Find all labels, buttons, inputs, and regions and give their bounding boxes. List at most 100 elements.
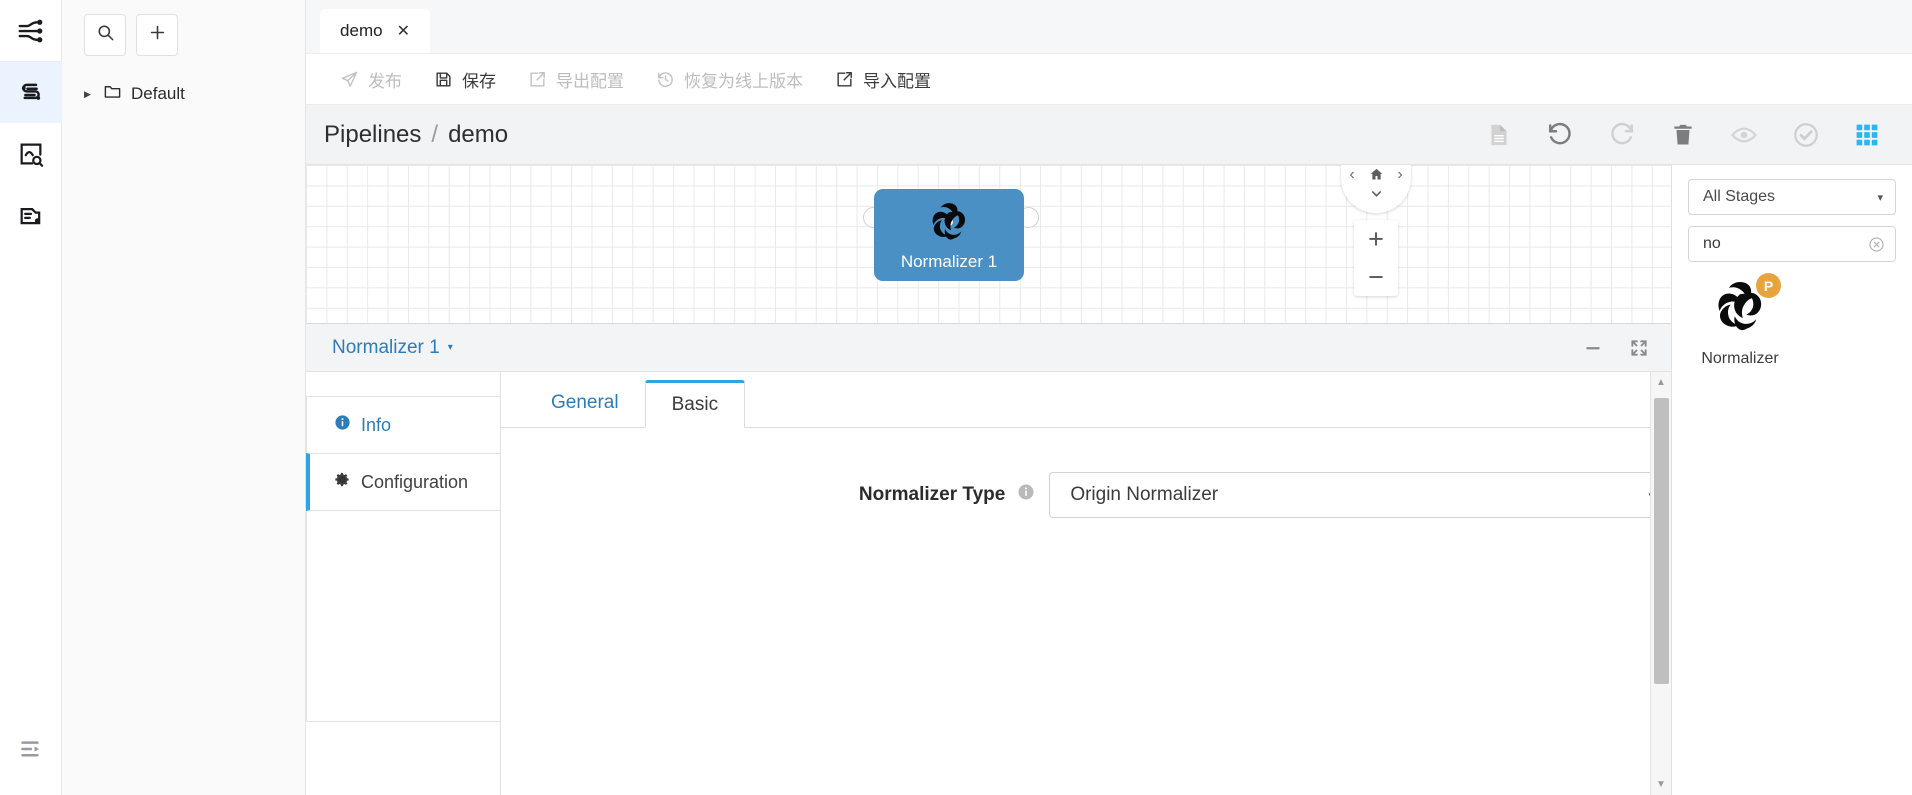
panel-scrollbar[interactable]: ▲ ▼ [1650, 372, 1671, 795]
info-circle-icon[interactable] [1017, 483, 1035, 507]
trash-icon[interactable] [1670, 122, 1696, 148]
publish-label: 发布 [368, 71, 402, 91]
restore-online-version-label: 恢复为线上版本 [684, 71, 803, 91]
canvas-toolbar [1486, 121, 1894, 149]
tree-item-default[interactable]: ▶ Default [62, 74, 305, 114]
save-label: 保存 [462, 71, 496, 91]
home-icon[interactable] [1367, 165, 1386, 184]
chevron-down-icon: ▾ [1877, 191, 1883, 204]
toolbox-icon [17, 201, 45, 229]
clear-circle-icon[interactable] [1868, 236, 1885, 253]
vertical-tabs-filler [306, 510, 500, 722]
canvas-navpad: ‹ › [1341, 165, 1411, 213]
plus-icon [148, 23, 167, 47]
flow-branch-icon [16, 16, 46, 46]
tab-general[interactable]: General [525, 379, 645, 427]
scroll-up-icon[interactable]: ▲ [1651, 372, 1672, 393]
check-circle-icon[interactable] [1792, 121, 1820, 149]
panel-header-actions [1583, 338, 1649, 358]
rail-item-pipeline[interactable] [0, 62, 62, 123]
document-tab-label: demo [340, 21, 383, 40]
zoom-out-button[interactable]: − [1354, 258, 1398, 296]
import-config-button[interactable]: 导入配置 [825, 54, 953, 105]
breadcrumb-current: demo [448, 120, 509, 148]
rail-item-toolbox[interactable] [0, 184, 62, 245]
normalizer-type-value: Origin Normalizer [1070, 484, 1219, 505]
palette-items: P Normalizer [1688, 262, 1896, 368]
tab-configuration-label: Configuration [361, 471, 469, 492]
app-root: ▶ Default demo ✕ 发布 保存 导出配置 恢复为线上版本 导入配置… [0, 0, 1912, 795]
collapse-sidebar-icon [18, 736, 44, 767]
redo-icon[interactable] [1608, 121, 1636, 149]
tab-basic[interactable]: Basic [644, 380, 746, 428]
search-button[interactable] [84, 14, 126, 56]
panel-content: General Basic Normalizer Type Origin Nor… [500, 372, 1671, 795]
document-icon[interactable] [1486, 122, 1512, 148]
save-button[interactable]: 保存 [424, 54, 518, 105]
stage-filter-select[interactable]: All Stages ▾ [1688, 179, 1896, 215]
stage-filter-value: All Stages [1703, 188, 1776, 205]
restore-icon [656, 70, 675, 89]
tree-item-label: Default [131, 84, 185, 103]
pan-right-button[interactable]: › [1391, 165, 1410, 184]
publish-button[interactable]: 发布 [330, 54, 424, 105]
tab-configuration[interactable]: Configuration [306, 453, 500, 511]
close-icon[interactable]: ✕ [397, 21, 410, 41]
palette-item-label: Normalizer [1701, 350, 1779, 367]
project-tree-sidebar: ▶ Default [62, 0, 306, 795]
import-config-label: 导入配置 [863, 71, 931, 91]
breadcrumb-separator: / [431, 120, 439, 148]
grid-apps-icon[interactable] [1854, 122, 1880, 148]
navpad-row-top: ‹ › [1343, 165, 1410, 184]
undo-icon[interactable] [1546, 121, 1574, 149]
tab-general-label: General [551, 392, 619, 413]
scroll-down-icon[interactable]: ▼ [1651, 774, 1672, 795]
normalizer-type-label-group: Normalizer Type [501, 483, 1049, 507]
expand-icon[interactable] [1629, 338, 1649, 358]
export-config-button[interactable]: 导出配置 [518, 54, 646, 105]
eye-icon[interactable] [1730, 121, 1758, 149]
stage-palette: All Stages ▾ no P Normalizer [1671, 165, 1912, 795]
minimize-icon[interactable] [1583, 338, 1603, 358]
document-tabstrip: demo ✕ [306, 0, 1912, 54]
export-icon [528, 70, 547, 89]
canvas-and-panel-column: Normalizer 1 ‹ › + − Normalizer 1 ▾ Info… [306, 165, 1671, 795]
restore-online-version-button[interactable]: 恢复为线上版本 [646, 54, 825, 105]
palette-item-icon-wrap: P [1709, 273, 1781, 340]
folder-icon [103, 82, 122, 106]
status-badge: P [1756, 273, 1781, 298]
node-detail-panel: Normalizer 1 ▾ Info Configuration Genera… [306, 324, 1671, 795]
panel-title-dropdown[interactable]: Normalizer 1 ▾ [332, 337, 453, 359]
panel-title-label: Normalizer 1 [332, 336, 440, 358]
normalizer-swirl-icon [927, 200, 971, 249]
panel-header: Normalizer 1 ▾ [306, 324, 1671, 372]
action-toolbar: 发布 保存 导出配置 恢复为线上版本 导入配置 [306, 54, 1912, 105]
search-icon [96, 23, 115, 47]
panel-vertical-tabs: Info Configuration [306, 372, 500, 795]
rail-collapse-button[interactable] [0, 736, 62, 767]
pan-down-button[interactable] [1367, 184, 1386, 203]
tab-info-label: Info [361, 414, 392, 435]
breadcrumb-root[interactable]: Pipelines [324, 121, 421, 149]
add-pipeline-button[interactable] [136, 14, 178, 56]
palette-search-input[interactable]: no [1688, 226, 1896, 262]
rail-item-monitoring[interactable] [0, 123, 62, 184]
configuration-form: Normalizer Type Origin Normalizer [501, 428, 1671, 795]
palette-item-normalizer[interactable]: P Normalizer [1688, 273, 1792, 368]
canvas-node-normalizer-1[interactable]: Normalizer 1 [874, 189, 1024, 281]
chevron-right-icon[interactable]: ▶ [84, 89, 94, 99]
breadcrumb: Pipelines / demo [324, 121, 508, 149]
palette-search-value: no [1703, 235, 1721, 252]
normalizer-type-select[interactable]: Origin Normalizer ▾ [1049, 472, 1671, 518]
rail-item-flow-branch[interactable] [0, 0, 62, 61]
canvas-node-label: Normalizer 1 [900, 252, 998, 271]
main-column: demo ✕ 发布 保存 导出配置 恢复为线上版本 导入配置 Pipelines… [306, 0, 1912, 795]
document-tab-demo[interactable]: demo ✕ [320, 9, 430, 53]
breadcrumb-bar: Pipelines / demo [306, 105, 1912, 165]
zoom-in-button[interactable]: + [1354, 220, 1398, 258]
scrollbar-thumb[interactable] [1653, 398, 1669, 684]
info-icon [334, 414, 351, 436]
pan-left-button[interactable]: ‹ [1343, 165, 1362, 184]
pipeline-canvas[interactable]: Normalizer 1 ‹ › + − [306, 165, 1671, 324]
tab-info[interactable]: Info [306, 396, 500, 454]
